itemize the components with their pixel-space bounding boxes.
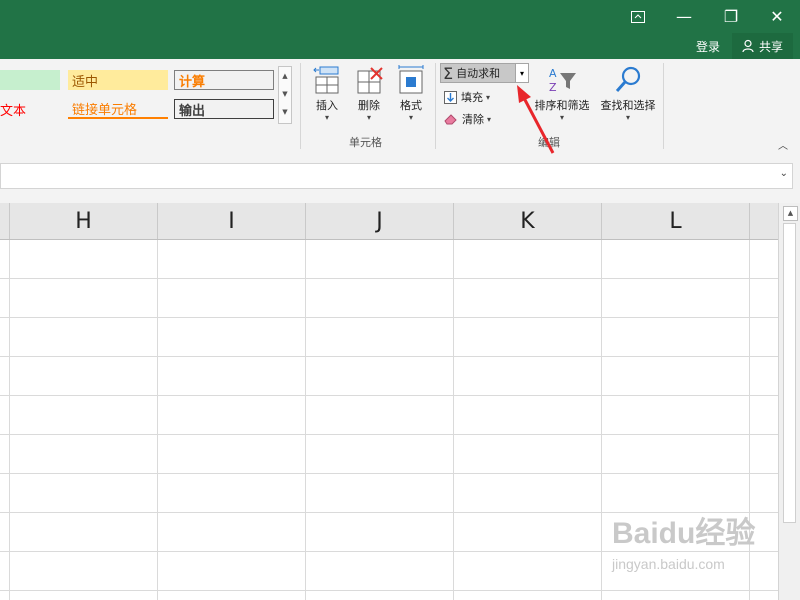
title-bar: — ❐ ✕ [0, 0, 800, 33]
expand-formula-icon[interactable]: ⌄ [780, 168, 788, 179]
ribbon-display-icon [631, 10, 645, 23]
baidu-watermark: Baidu经验 jingyan.baidu.com [612, 508, 755, 572]
clear-button[interactable]: 清除 ▾ [444, 109, 491, 129]
format-label: 格式 [400, 99, 422, 112]
style-output[interactable]: 输出 [174, 99, 274, 119]
ribbon-display-options-button[interactable] [615, 0, 661, 33]
insert-dropdown-icon: ▾ [324, 113, 329, 122]
scrollbar-thumb[interactable] [783, 223, 796, 523]
column-header-j[interactable]: J [306, 203, 454, 239]
search-icon [615, 66, 641, 92]
watermark-brand: Baidu经验 [612, 517, 756, 550]
style-neutral[interactable]: 适中 [68, 70, 168, 90]
style-linked-cell[interactable]: 链接单元格 [68, 99, 168, 119]
column-header-h[interactable]: H [10, 203, 158, 239]
ribbon: 适中 计算 文本 链接单元格 输出 ▲ ▼ ▼ 插入 ▾ 删除 ▾ 格式 ▾ 单… [0, 59, 800, 156]
svg-text:A: A [549, 67, 557, 80]
fill-label: 填充 [461, 91, 483, 104]
autosum-button[interactable]: Σ 自动求和 [440, 63, 516, 83]
chevron-up-icon: ︿ [778, 141, 788, 152]
share-button[interactable]: 共享 [732, 33, 794, 59]
group-separator [300, 63, 301, 149]
fill-dropdown-icon: ▾ [486, 92, 491, 102]
style-warning-text[interactable]: 文本 [0, 99, 60, 119]
minimize-icon: — [676, 7, 692, 26]
insert-cells-icon [313, 66, 339, 94]
gallery-more-icon: ▼ [282, 108, 288, 116]
signin-button[interactable]: 登录 [696, 33, 720, 59]
format-button[interactable]: 格式 ▾ [392, 65, 430, 122]
insert-label: 插入 [316, 99, 338, 112]
find-select-label: 查找和选择 [600, 99, 656, 112]
delete-dropdown-icon: ▾ [366, 113, 371, 122]
find-select-dropdown-icon: ▾ [625, 113, 630, 122]
share-label: 共享 [759, 39, 784, 54]
account-bar: 登录 共享 [0, 33, 800, 59]
person-icon [742, 39, 754, 53]
style-calculation[interactable]: 计算 [174, 70, 274, 90]
column-header-i[interactable]: I [158, 203, 306, 239]
column-header-partial[interactable] [0, 203, 10, 239]
fill-down-icon [444, 90, 457, 104]
restore-icon: ❐ [723, 7, 739, 26]
minimize-button[interactable]: — [661, 0, 707, 33]
scroll-up-icon[interactable]: ▲ [783, 206, 798, 221]
styles-gallery-scroll[interactable]: ▲ ▼ ▼ [278, 66, 292, 124]
find-select-button[interactable]: 查找和选择 ▾ [597, 65, 659, 122]
style-good[interactable] [0, 70, 60, 90]
close-button[interactable]: ✕ [754, 0, 800, 33]
watermark-url: jingyan.baidu.com [612, 556, 725, 572]
fill-button[interactable]: 填充 ▾ [444, 87, 490, 107]
eraser-icon [444, 114, 457, 125]
close-icon: ✕ [770, 7, 784, 26]
delete-cells-icon [357, 67, 383, 94]
collapse-ribbon-button[interactable]: ︿ [778, 137, 788, 152]
cells-group-label: 单元格 [349, 136, 382, 149]
delete-button[interactable]: 删除 ▾ [350, 65, 388, 122]
column-header-k[interactable]: K [454, 203, 602, 239]
formula-input[interactable]: ⌄ [0, 163, 793, 189]
vertical-scrollbar[interactable]: ▲ [778, 203, 800, 600]
sigma-icon: Σ [443, 63, 454, 83]
column-headers: H I J K L [0, 203, 778, 240]
chevron-down-icon: ▾ [519, 68, 524, 78]
sort-filter-dropdown-icon: ▾ [559, 113, 564, 122]
clear-label: 清除 [462, 113, 484, 126]
format-cells-icon [398, 65, 424, 94]
restore-button[interactable]: ❐ [708, 0, 754, 33]
red-arrow-annotation [517, 85, 555, 154]
clear-dropdown-icon: ▾ [487, 114, 492, 124]
delete-label: 删除 [358, 99, 380, 112]
group-separator [435, 63, 436, 149]
column-header-l[interactable]: L [602, 203, 750, 239]
autosum-label: 自动求和 [456, 67, 501, 80]
format-dropdown-icon: ▾ [408, 113, 413, 122]
insert-button[interactable]: 插入 ▾ [308, 65, 346, 122]
gallery-down-icon: ▼ [282, 90, 288, 98]
gallery-up-icon: ▲ [282, 72, 288, 80]
group-separator [663, 63, 664, 149]
